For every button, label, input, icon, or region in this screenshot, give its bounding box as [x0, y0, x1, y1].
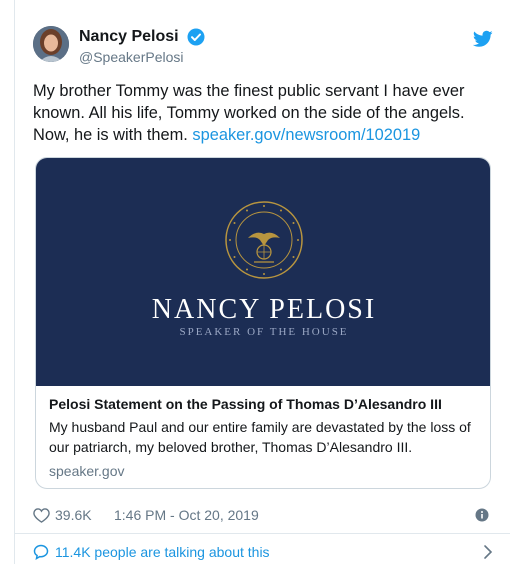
divider	[15, 533, 510, 534]
user-handle[interactable]: @SpeakerPelosi	[79, 49, 205, 65]
like-count[interactable]: 39.6K	[55, 507, 92, 523]
card-body[interactable]: Pelosi Statement on the Passing of Thoma…	[49, 394, 481, 479]
user-name[interactable]: Nancy Pelosi	[79, 28, 179, 46]
tweet-header: Nancy Pelosi @SpeakerPelosi	[33, 26, 493, 70]
tweet-card: Nancy Pelosi @SpeakerPelosi My brother T…	[14, 0, 510, 564]
tweet-meta: 39.6K 1:46 PM - Oct 20, 2019	[33, 506, 493, 526]
info-icon[interactable]	[475, 508, 489, 522]
talking-about-label[interactable]: 11.4K people are talking about this	[55, 544, 270, 560]
heart-icon[interactable]	[33, 507, 50, 523]
timestamp[interactable]: 1:46 PM - Oct 20, 2019	[114, 507, 259, 523]
speech-bubble-icon	[33, 544, 49, 560]
seal-icon	[225, 201, 303, 279]
card-image[interactable]: NANCY PELOSI SPEAKER OF THE HOUSE	[36, 158, 490, 386]
card-image-subtitle: SPEAKER OF THE HOUSE	[179, 326, 349, 338]
card-description: My husband Paul and our entire family ar…	[49, 419, 471, 455]
avatar[interactable]	[33, 26, 69, 62]
link-preview-card[interactable]: NANCY PELOSI SPEAKER OF THE HOUSE Pelosi…	[35, 157, 491, 489]
talking-about-link[interactable]: 11.4K people are talking about this	[33, 543, 493, 563]
name-block[interactable]: Nancy Pelosi @SpeakerPelosi	[79, 28, 205, 65]
tweet-link[interactable]: speaker.gov/newsroom/102019	[192, 126, 420, 144]
tweet-text: My brother Tommy was the finest public s…	[33, 80, 493, 146]
card-image-title: NANCY PELOSI	[151, 294, 377, 325]
verified-badge-icon	[187, 28, 205, 46]
chevron-right-icon[interactable]	[483, 544, 493, 560]
card-title[interactable]: Pelosi Statement on the Passing of Thoma…	[49, 394, 481, 414]
card-domain: speaker.gov	[49, 463, 125, 479]
twitter-logo-icon[interactable]	[472, 30, 493, 48]
